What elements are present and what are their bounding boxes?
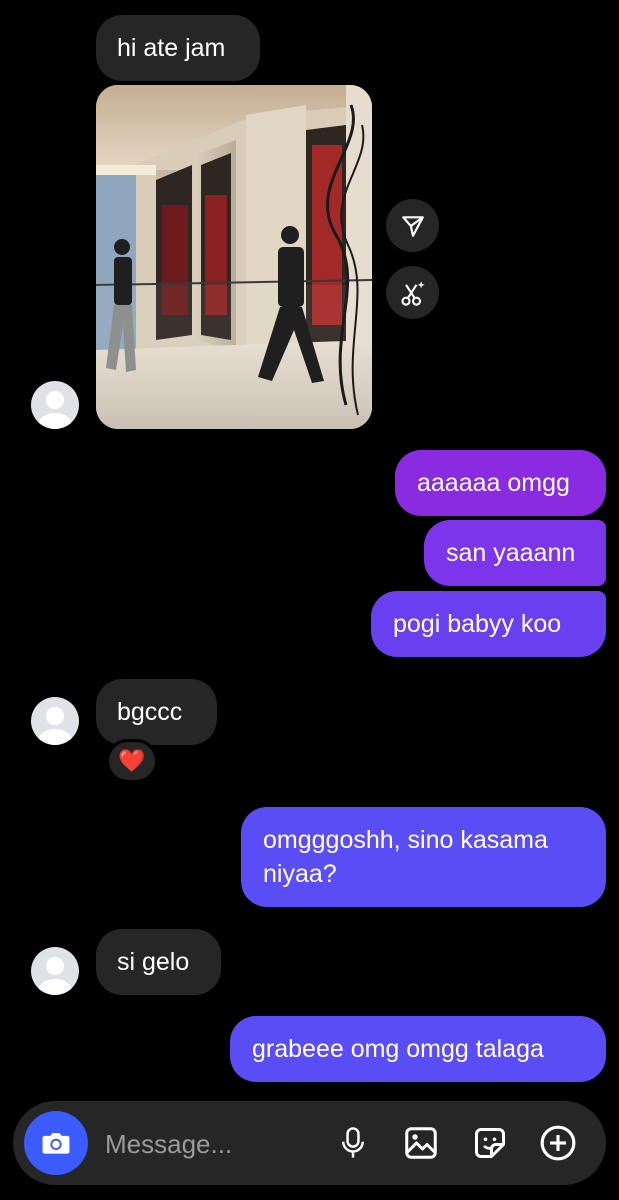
- incoming-message-bubble[interactable]: si gelo: [96, 929, 221, 995]
- sticker-button[interactable]: [470, 1123, 510, 1163]
- avatar[interactable]: [31, 381, 79, 429]
- camera-button[interactable]: [24, 1111, 88, 1175]
- incoming-message-bubble[interactable]: bgccc: [96, 679, 217, 745]
- outgoing-message-bubble[interactable]: aaaaaa omgg: [395, 450, 606, 516]
- message-composer: [13, 1101, 606, 1185]
- incoming-message-bubble[interactable]: hi ate jam: [96, 15, 260, 81]
- plus-circle-icon: [540, 1125, 576, 1161]
- microphone-icon: [342, 1127, 364, 1158]
- heart-icon: ❤️: [118, 748, 146, 773]
- message-input[interactable]: [103, 1123, 307, 1165]
- heart-reaction[interactable]: ❤️: [106, 739, 158, 783]
- message-text: pogi babyy koo: [393, 610, 562, 638]
- shared-photo[interactable]: [96, 85, 372, 429]
- avatar[interactable]: [31, 947, 79, 995]
- outgoing-message-bubble[interactable]: grabeee omg omgg talaga: [230, 1016, 606, 1082]
- camera-icon: [42, 1133, 70, 1154]
- voice-button[interactable]: [333, 1123, 373, 1163]
- send-icon: [401, 215, 424, 237]
- message-text: aaaaaa omgg: [417, 469, 570, 497]
- message-text: hi ate jam: [117, 34, 226, 62]
- message-text-line: omgggoshh, sino kasama: [263, 826, 548, 854]
- scissors-sparkle-icon: [400, 280, 425, 306]
- default-avatar-icon: [38, 957, 72, 995]
- message-text: bgccc: [117, 698, 183, 726]
- message-text: si gelo: [117, 948, 190, 976]
- default-avatar-icon: [38, 707, 72, 745]
- message-text-line: niyaa?: [263, 860, 337, 888]
- more-button[interactable]: [538, 1123, 578, 1163]
- message-text: san yaaann: [446, 539, 576, 567]
- gallery-button[interactable]: [401, 1123, 441, 1163]
- photo-image: [96, 85, 372, 429]
- outgoing-message-bubble[interactable]: pogi babyy koo: [371, 591, 606, 657]
- remix-button[interactable]: [386, 266, 439, 319]
- default-avatar-icon: [38, 391, 72, 429]
- sticker-icon: [475, 1128, 505, 1158]
- gallery-icon: [405, 1127, 437, 1159]
- outgoing-message-bubble[interactable]: san yaaann: [424, 520, 606, 586]
- share-button[interactable]: [386, 199, 439, 252]
- avatar[interactable]: [31, 697, 79, 745]
- outgoing-message-bubble[interactable]: omgggoshh, sino kasama niyaa?: [241, 807, 606, 907]
- message-text: grabeee omg omgg talaga: [252, 1035, 544, 1063]
